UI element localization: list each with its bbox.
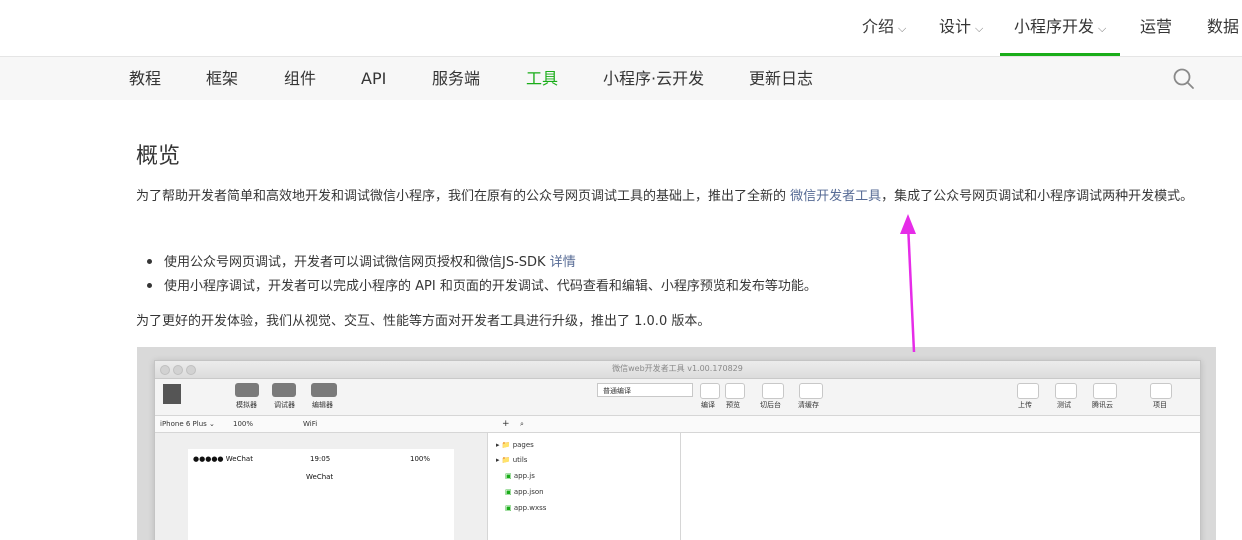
- phone-battery: 100%: [410, 455, 431, 463]
- toolbar-label: 切后台: [760, 401, 781, 409]
- upload-icon: [1017, 383, 1039, 399]
- subnav-api[interactable]: API: [361, 57, 386, 100]
- toolbar-label: 清缓存: [798, 401, 819, 409]
- device-select: iPhone 6 Plus ⌄: [160, 420, 215, 428]
- chevron-down-icon: ⌵: [898, 22, 907, 35]
- file-name: app.wxss: [513, 504, 547, 512]
- editor-icon: [311, 383, 337, 397]
- compile-select: 普通编译: [597, 383, 693, 397]
- intro-text-after: ，集成了公众号网页调试和小程序调试两种开发模式。: [881, 189, 1194, 204]
- subnav-changelog[interactable]: 更新日志: [749, 57, 813, 100]
- simulator-icon: [235, 383, 259, 397]
- subnav-framework[interactable]: 框架: [206, 57, 238, 100]
- subnav-tutorial[interactable]: 教程: [129, 57, 161, 100]
- file-tree-item: ▣ app.wxss: [505, 504, 546, 512]
- search-icon[interactable]: [1172, 67, 1196, 91]
- sub-nav: 教程 框架 组件 API 服务端 工具 小程序·云开发 更新日志: [0, 57, 1242, 100]
- phone-title: WeChat: [306, 473, 334, 481]
- nav-item-miniprogram-dev[interactable]: 小程序开发 ⌵: [1000, 0, 1121, 56]
- nav-item-design[interactable]: 设计 ⌵: [939, 0, 983, 56]
- file-name: app.js: [513, 472, 535, 480]
- subnav-cloud[interactable]: 小程序·云开发: [603, 57, 704, 100]
- page-title: 概览: [136, 144, 181, 169]
- chevron-down-icon: ⌵: [1098, 22, 1107, 35]
- json-file-icon: ▣: [505, 488, 512, 496]
- file-tree-item: ▸ 📁 utils: [496, 456, 528, 464]
- menu-icon: [1150, 383, 1172, 399]
- details-link[interactable]: 详情: [550, 255, 576, 270]
- devtools-screenshot: 微信web开发者工具 v1.00.170829 模拟器 调试器 编辑器 普通编译…: [137, 347, 1216, 540]
- intro-paragraph: 为了帮助开发者简单和高效地开发和调试微信小程序，我们在原有的公众号网页调试工具的…: [136, 183, 1216, 210]
- toolbar-label: 编译: [701, 401, 715, 409]
- toolbar-label: 编辑器: [312, 401, 333, 409]
- file-tree-panel: ▸ 📁 pages ▸ 📁 utils ▣ app.js ▣ app.json …: [488, 433, 681, 540]
- nav-label: 运营: [1140, 17, 1173, 36]
- devtools-window: 微信web开发者工具 v1.00.170829 模拟器 调试器 编辑器 普通编译…: [154, 360, 1201, 540]
- nav-item-operations[interactable]: 运营: [1140, 0, 1172, 56]
- compile-icon: [700, 383, 720, 399]
- intro-text: 为了帮助开发者简单和高效地开发和调试微信小程序，我们在原有的公众号网页调试工具的…: [136, 189, 791, 204]
- cloud-icon: [1093, 383, 1117, 399]
- cache-icon: [799, 383, 823, 399]
- simulator-panel: ●●●●● WeChat 19:05 100% WeChat: [155, 433, 488, 540]
- device-value: iPhone 6 Plus: [160, 420, 207, 428]
- bullet-text: 使用公众号网页调试，开发者可以调试微信网页授权和微信JS-SDK: [164, 255, 550, 270]
- list-item: 使用小程序调试，开发者可以完成小程序的 API 和页面的开发调试、代码查看和编辑…: [147, 275, 817, 294]
- file-tree-item: ▣ app.js: [505, 472, 535, 480]
- devtools-link[interactable]: 微信开发者工具: [790, 189, 881, 204]
- devtools-toolbar: 模拟器 调试器 编辑器 普通编译 编译 预览 切后台 清缓存 上传 测试 腾讯云…: [155, 379, 1200, 416]
- toolbar-label: 预览: [726, 401, 740, 409]
- chevron-down-icon: ⌵: [975, 22, 984, 35]
- preview-icon: [725, 383, 745, 399]
- file-tree-item: ▸ 📁 pages: [496, 441, 534, 449]
- phone-screen: ●●●●● WeChat 19:05 100% WeChat: [188, 449, 454, 540]
- file-name: app.json: [513, 488, 544, 496]
- add-icon: +: [502, 419, 510, 429]
- phone-time: 19:05: [310, 455, 331, 463]
- file-tree-item: ▣ app.json: [505, 488, 544, 496]
- file-name: utils: [512, 456, 528, 464]
- file-name: pages: [512, 441, 534, 449]
- background-icon: [762, 383, 784, 399]
- toolbar-label: 上传: [1018, 401, 1032, 409]
- toolbar-label: 腾讯云: [1092, 401, 1113, 409]
- outro-paragraph: 为了更好的开发体验，我们从视觉、交互、性能等方面对开发者工具进行升级，推出了 1…: [136, 314, 711, 329]
- search-icon: ⌕: [520, 420, 524, 428]
- toolbar-label: 模拟器: [236, 401, 257, 409]
- phone-carrier: ●●●●● WeChat: [193, 455, 253, 463]
- debugger-icon: [272, 383, 296, 397]
- avatar: [163, 384, 181, 404]
- nav-label: 设计: [939, 17, 972, 36]
- nav-label: 介绍: [862, 17, 895, 36]
- editor-panel: [681, 433, 1200, 540]
- toolbar-label: 调试器: [274, 401, 295, 409]
- subnav-server[interactable]: 服务端: [432, 57, 480, 100]
- nav-item-data[interactable]: 数据: [1207, 0, 1239, 56]
- subnav-components[interactable]: 组件: [284, 57, 316, 100]
- wxss-file-icon: ▣: [505, 504, 512, 512]
- js-file-icon: ▣: [505, 472, 512, 480]
- device-bar: iPhone 6 Plus ⌄ 100% WiFi + ⌕: [155, 416, 1200, 433]
- window-title: 微信web开发者工具 v1.00.170829: [612, 364, 743, 373]
- toolbar-label: 测试: [1057, 401, 1071, 409]
- subnav-tools[interactable]: 工具: [526, 57, 558, 100]
- network-select: WiFi: [303, 416, 317, 432]
- toolbar-label: 项目: [1153, 401, 1167, 409]
- network-value: WiFi: [303, 420, 318, 428]
- annotation-arrow-icon: [900, 214, 916, 353]
- test-icon: [1055, 383, 1077, 399]
- nav-label: 小程序开发: [1014, 17, 1095, 36]
- top-nav: 介绍 ⌵ 设计 ⌵ 小程序开发 ⌵ 运营 数据: [0, 0, 1242, 57]
- window-titlebar: 微信web开发者工具 v1.00.170829: [155, 361, 1200, 379]
- nav-item-intro[interactable]: 介绍 ⌵: [862, 0, 906, 56]
- nav-label: 数据: [1207, 17, 1240, 36]
- list-item: 使用公众号网页调试，开发者可以调试微信网页授权和微信JS-SDK 详情: [147, 251, 576, 270]
- zoom-value: 100%: [233, 420, 254, 428]
- zoom-select: 100%: [233, 416, 253, 432]
- bullet-text: 使用小程序调试，开发者可以完成小程序的 API 和页面的开发调试、代码查看和编辑…: [164, 279, 817, 294]
